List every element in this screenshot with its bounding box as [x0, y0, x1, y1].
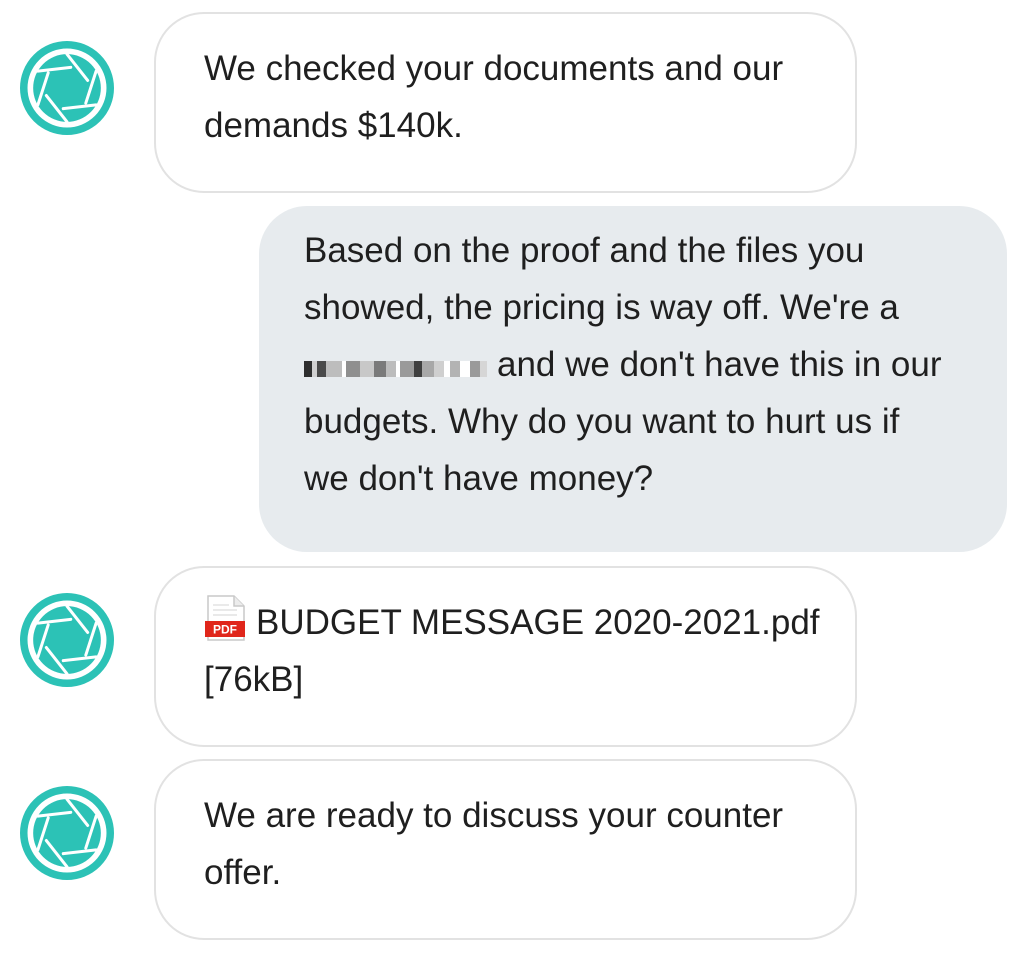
user-message-bubble: Based on the proof and the files you sho… — [259, 206, 1007, 552]
message-text-fragment: and we don't have this in our — [497, 345, 942, 384]
message-text-line: we don't have money? — [304, 459, 654, 498]
message-text-line: Based on the proof and the files you — [304, 231, 865, 270]
agent-avatar — [20, 786, 114, 880]
agent-message-bubble: We checked your documents and our demand… — [154, 12, 857, 193]
agent-message-bubble: We are ready to discuss your counter off… — [154, 759, 857, 940]
aperture-icon — [20, 41, 114, 135]
message-text-line: showed, the pricing is way off. We're a — [304, 288, 899, 327]
message-text-line: demands $140k. — [204, 106, 463, 145]
message-text-line: offer. — [204, 853, 282, 892]
attachment-size: [76kB] — [204, 660, 304, 699]
message-text-line: We checked your documents and our — [204, 49, 784, 88]
attachment-link[interactable]: PDF BUDGET MESSAGE 2020-2021.pdf — [204, 594, 820, 651]
message-text-line: budgets. Why do you want to hurt us if — [304, 402, 900, 441]
attachment-filename[interactable]: BUDGET MESSAGE 2020-2021.pdf — [256, 603, 820, 642]
agent-avatar — [20, 41, 114, 135]
agent-attachment-bubble: PDF BUDGET MESSAGE 2020-2021.pdf [76kB] — [154, 566, 857, 747]
pdf-label: PDF — [213, 623, 237, 637]
message-text-line: We are ready to discuss your counter — [204, 796, 784, 835]
aperture-icon — [20, 786, 114, 880]
message-text-line-redacted: and we don't have this in our — [304, 336, 977, 393]
agent-avatar — [20, 593, 114, 687]
redacted-text — [304, 361, 487, 377]
aperture-icon — [20, 593, 114, 687]
pdf-file-icon: PDF — [204, 595, 248, 641]
